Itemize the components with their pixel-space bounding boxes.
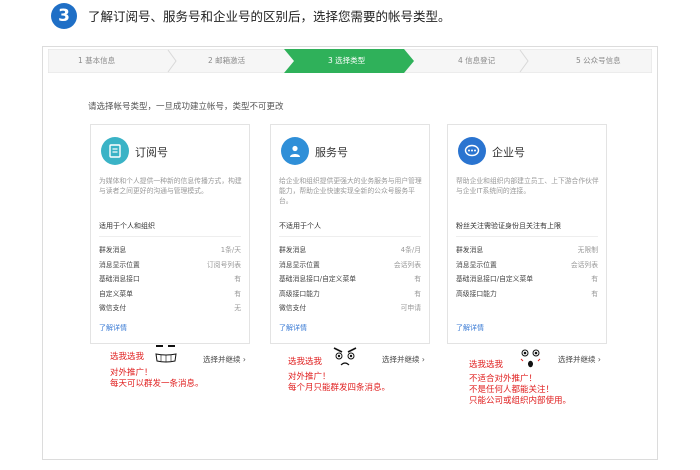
angry-face-icon (333, 347, 357, 366)
step-account-info: 5 公众号信息 (576, 56, 621, 65)
feature-row: 群发消息 无限制 (456, 246, 598, 254)
surprised-face-icon (520, 349, 541, 368)
card-description: 帮助企业和组织内部建立员工、上下游合作伙伴与企业IT系统间的连接。 (456, 177, 599, 195)
card-title: 企业号 (492, 146, 525, 159)
subscription-doc-icon (101, 137, 129, 165)
select-subscription-button[interactable]: 选择并继续 › (203, 354, 246, 365)
feature-row: 基础消息接口/自定义菜单有 (279, 275, 421, 283)
feature-row: 自定义菜单有 (99, 289, 241, 298)
divider (456, 236, 598, 237)
step-select-type: 3 选择类型 (328, 56, 366, 65)
learn-more-link[interactable]: 了解详情 (279, 323, 307, 333)
feature-row: 基础消息接口/自定义菜单有 (456, 275, 598, 283)
step-basic-info: 1 基本信息 (78, 56, 116, 65)
card-subscription[interactable]: 订阅号 为媒体和个人提供一种新的信息传播方式，构建与读者之间更好的沟通与管理模式… (90, 124, 250, 344)
divider (99, 236, 241, 237)
divider (279, 236, 421, 237)
card-description: 给企业和组织提供更强大的业务服务与用户管理能力，帮助企业快速实现全新的公众号服务… (279, 177, 422, 205)
card-title: 服务号 (315, 146, 348, 159)
page-title: 了解订阅号、服务号和企业号的区别后，选择您需要的帐号类型。 (88, 9, 451, 24)
card-service[interactable]: 服务号 给企业和组织提供更强大的业务服务与用户管理能力，帮助企业快速实现全新的公… (270, 124, 430, 344)
enterprise-chat-icon (458, 137, 486, 165)
card-fit: 粉丝关注需验证身份且关注有上限 (456, 222, 561, 230)
feature-row: 群发消息 4条/月 (279, 246, 421, 254)
feature-row: 微信支付无 (99, 304, 241, 312)
feature-row: 消息显示位置 会话列表 (456, 260, 598, 269)
feature-row: 基础消息接口有 (99, 275, 241, 283)
feature-row: 群发消息 1条/天 (99, 246, 241, 254)
progress-steps: 1 基本信息 2 邮箱激活 3 选择类型 4 信息登记 5 公众号信息 (48, 49, 652, 73)
feature-row: 高级接口能力有 (279, 289, 421, 298)
step-info-register: 4 信息登记 (458, 56, 496, 65)
type-notice: 请选择帐号类型，一旦成功建立帐号，类型不可更改 (88, 102, 284, 112)
service-user-icon (281, 137, 309, 165)
card-fit: 不适用于个人 (279, 222, 321, 230)
feature-row: 微信支付 可申请 (279, 304, 421, 312)
feature-row: 消息显示位置 订阅号列表 (99, 260, 241, 269)
card-description: 为媒体和个人提供一种新的信息传播方式，构建与读者之间更好的沟通与管理模式。 (99, 177, 242, 195)
learn-more-link[interactable]: 了解详情 (99, 323, 127, 333)
feature-row: 高级接口能力有 (456, 289, 598, 298)
feature-row: 消息显示位置 会话列表 (279, 260, 421, 269)
card-fit: 适用于个人和组织 (99, 222, 155, 230)
learn-more-link[interactable]: 了解详情 (456, 323, 484, 333)
step-number-badge: 3 (51, 3, 77, 29)
card-enterprise[interactable]: 企业号 帮助企业和组织内部建立员工、上下游合作伙伴与企业IT系统间的连接。 粉丝… (447, 124, 607, 344)
grin-face-icon (155, 345, 177, 363)
step-email-activate: 2 邮箱激活 (208, 56, 246, 65)
card-title: 订阅号 (135, 146, 168, 159)
